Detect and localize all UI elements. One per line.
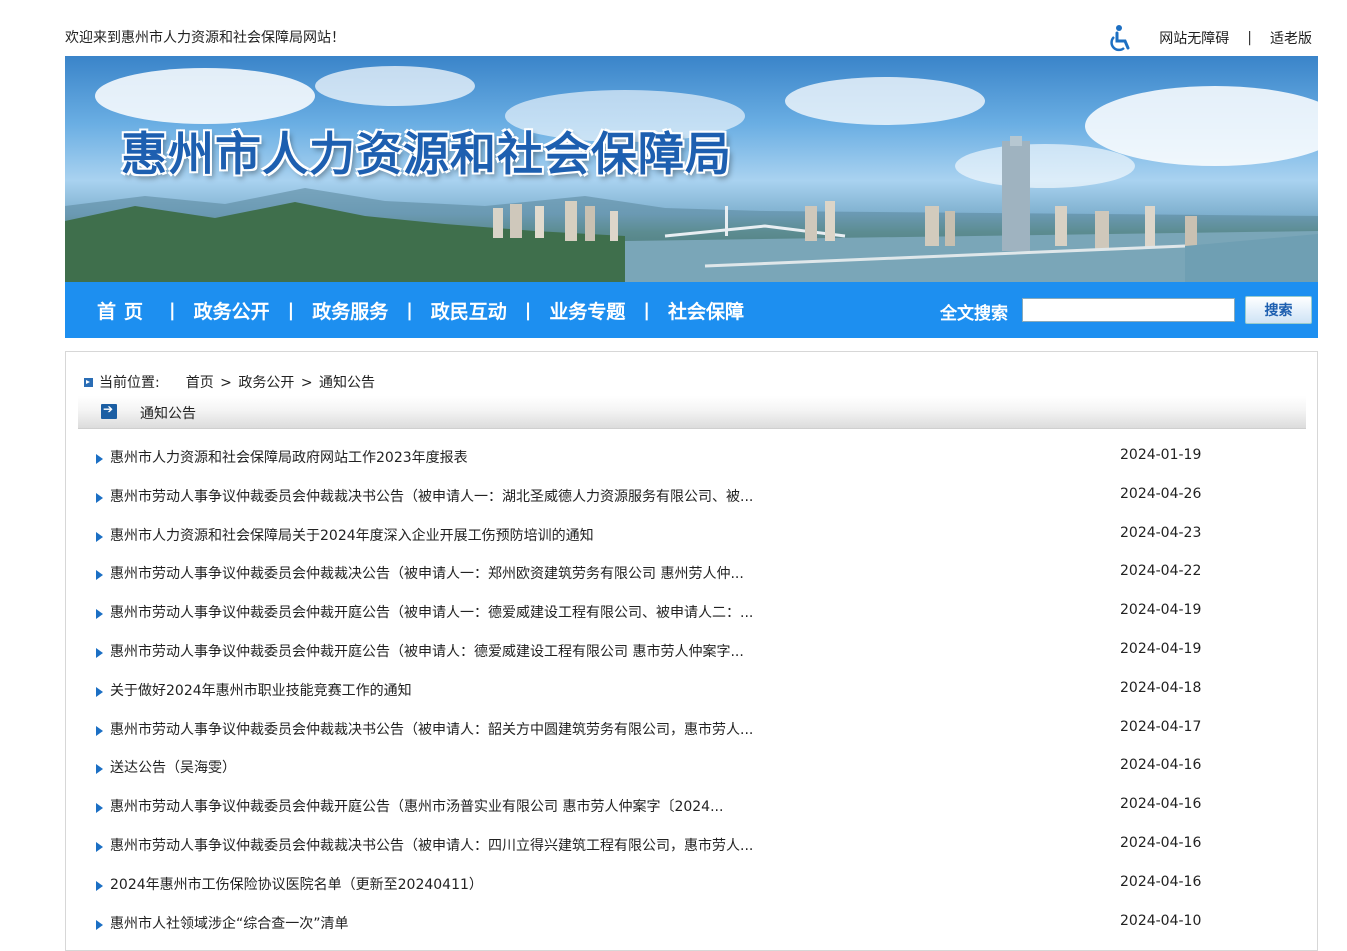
notice-title-link[interactable]: 惠州市人社领域涉企“综合查一次”清单 xyxy=(110,913,349,933)
nav-separator: | xyxy=(169,299,176,321)
triangle-bullet-icon xyxy=(96,919,103,930)
triangle-bullet-icon xyxy=(96,531,103,542)
notice-title-link[interactable]: 关于做好2024年惠州市职业技能竞赛工作的通知 xyxy=(110,680,412,700)
notice-date: 2024-04-18 xyxy=(1120,679,1202,696)
notice-title-link[interactable]: 惠州市人力资源和社会保障局关于2024年度深入企业开展工伤预防培训的通知 xyxy=(110,525,594,545)
triangle-bullet-icon xyxy=(96,454,103,464)
breadcrumb-separator: > xyxy=(220,375,232,391)
arrow-right-icon xyxy=(101,402,117,419)
list-item[interactable]: 送达公告（吴海雯） 2024-04-16 xyxy=(66,747,1319,785)
notice-date: 2024-04-16 xyxy=(1120,757,1202,774)
header-banner: 惠州市人力资源和社会保障局 xyxy=(65,56,1318,282)
notice-title-link[interactable]: 惠州市劳动人事争议仲裁委员会仲裁开庭公告（被申请人：德爱威建设工程有限公司 惠市… xyxy=(110,641,744,661)
notice-title-link[interactable]: 送达公告（吴海雯） xyxy=(110,757,236,777)
notice-date: 2024-04-19 xyxy=(1120,602,1202,619)
triangle-bullet-icon xyxy=(96,725,103,736)
breadcrumb: 当前位置: 首页 > 政务公开 > 通知公告 xyxy=(84,372,377,392)
breadcrumb-label: 当前位置: xyxy=(99,375,160,391)
search-button[interactable]: 搜索 xyxy=(1245,296,1312,324)
list-item[interactable]: 惠州市劳动人事争议仲裁委员会仲裁开庭公告（被申请人一：德爱威建设工程有限公司、被… xyxy=(66,592,1319,630)
notice-date: 2024-01-19 xyxy=(1120,447,1202,463)
breadcrumb-home[interactable]: 首页 xyxy=(186,375,214,391)
notice-title-link[interactable]: 惠州市劳动人事争议仲裁委员会仲裁裁决公告（被申请人一：郑州欧资建筑劳务有限公司 … xyxy=(110,563,744,583)
notice-title-link[interactable]: 惠州市劳动人事争议仲裁委员会仲裁开庭公告（被申请人一：德爱威建设工程有限公司、被… xyxy=(110,602,753,622)
nav-government-affairs[interactable]: 政务公开 xyxy=(180,297,284,324)
notice-date: 2024-04-19 xyxy=(1120,641,1202,657)
triangle-bullet-icon xyxy=(96,609,103,620)
nav-home[interactable]: 首页 xyxy=(85,297,165,324)
section-title: 通知公告 xyxy=(140,406,196,422)
breadcrumb-government-affairs[interactable]: 政务公开 xyxy=(238,375,294,391)
wheelchair-icon[interactable] xyxy=(1107,24,1133,52)
list-item[interactable]: 关于做好2024年惠州市职业技能竞赛工作的通知 2024-04-18 xyxy=(66,670,1319,708)
notice-date: 2024-04-16 xyxy=(1120,796,1202,813)
notice-date: 2024-04-10 xyxy=(1120,912,1202,929)
triangle-bullet-icon xyxy=(96,648,103,658)
nav-public-interaction[interactable]: 政民互动 xyxy=(417,297,521,324)
list-item[interactable]: 惠州市劳动人事争议仲裁委员会仲裁裁决书公告（被申请人一：湖北圣威德人力资源服务有… xyxy=(66,476,1319,514)
triangle-bullet-icon xyxy=(96,842,103,852)
list-item[interactable]: 惠州市劳动人事争议仲裁委员会仲裁开庭公告（被申请人：德爱威建设工程有限公司 惠市… xyxy=(66,631,1319,669)
section-header: 通知公告 xyxy=(78,396,1306,429)
content-panel: 当前位置: 首页 > 政务公开 > 通知公告 通知公告 惠州市人力资源和社会保障… xyxy=(65,351,1318,951)
list-item[interactable]: 2024年惠州市工伤保险协议医院名单（更新至20240411） 2024-04-1… xyxy=(66,864,1319,902)
nav-separator: | xyxy=(287,299,295,321)
breadcrumb-notices[interactable]: 通知公告 xyxy=(319,375,375,391)
breadcrumb-separator: > xyxy=(300,375,313,391)
notice-date: 2024-04-16 xyxy=(1120,835,1202,851)
list-item[interactable]: 惠州市人力资源和社会保障局政府网站工作2023年度报表 2024-01-19 xyxy=(66,437,1319,475)
nav-social-security[interactable]: 社会保障 xyxy=(654,297,758,324)
breadcrumb-bullet-icon xyxy=(84,377,93,387)
accessibility-links: 网站无障碍 | 适老版 xyxy=(1107,24,1312,52)
triangle-bullet-icon xyxy=(96,492,103,503)
list-item[interactable]: 惠州市劳动人事争议仲裁委员会仲裁裁决书公告（被申请人：四川立得兴建筑工程有限公司… xyxy=(66,825,1319,863)
elderly-mode-link[interactable]: 适老版 xyxy=(1270,28,1312,48)
nav-government-services[interactable]: 政务服务 xyxy=(298,297,402,324)
notice-date: 2024-04-22 xyxy=(1120,563,1202,580)
notice-title-link[interactable]: 惠州市劳动人事争议仲裁委员会仲裁开庭公告（惠州市汤普实业有限公司 惠市劳人仲案字… xyxy=(110,796,723,816)
triangle-bullet-icon xyxy=(96,803,103,814)
list-item[interactable]: 惠州市人力资源和社会保障局关于2024年度深入企业开展工伤预防培训的通知 2024… xyxy=(66,515,1319,553)
notice-title-link[interactable]: 惠州市人力资源和社会保障局政府网站工作2023年度报表 xyxy=(110,447,468,467)
search-label: 全文搜索 xyxy=(940,304,1008,324)
list-item[interactable]: 惠州市劳动人事争议仲裁委员会仲裁裁决书公告（被申请人：韶关方中圆建筑劳务有限公司… xyxy=(66,709,1319,747)
notice-title-link[interactable]: 惠州市劳动人事争议仲裁委员会仲裁裁决书公告（被申请人：四川立得兴建筑工程有限公司… xyxy=(110,835,753,855)
triangle-bullet-icon xyxy=(96,570,103,581)
list-item[interactable]: 惠州市劳动人事争议仲裁委员会仲裁开庭公告（惠州市汤普实业有限公司 惠市劳人仲案字… xyxy=(66,786,1319,824)
welcome-text: 欢迎来到惠州市人力资源和社会保障局网站！ xyxy=(65,30,345,46)
nav-separator: | xyxy=(643,299,650,321)
notice-title-link[interactable]: 惠州市劳动人事争议仲裁委员会仲裁裁决书公告（被申请人：韶关方中圆建筑劳务有限公司… xyxy=(110,719,753,739)
notice-title-link[interactable]: 惠州市劳动人事争议仲裁委员会仲裁裁决书公告（被申请人一：湖北圣威德人力资源服务有… xyxy=(110,486,753,506)
triangle-bullet-icon xyxy=(96,686,103,697)
notice-date: 2024-04-17 xyxy=(1120,718,1202,735)
top-separator: | xyxy=(1247,30,1252,46)
triangle-bullet-icon xyxy=(96,880,103,891)
notice-date: 2024-04-26 xyxy=(1120,485,1202,502)
notice-date: 2024-04-16 xyxy=(1120,873,1202,890)
nav-special-topics[interactable]: 业务专题 xyxy=(535,297,639,324)
list-item[interactable]: 惠州市人社领域涉企“综合查一次”清单 2024-04-10 xyxy=(66,903,1319,941)
top-bar: 欢迎来到惠州市人力资源和社会保障局网站！ 网站无障碍 | 适老版 xyxy=(65,24,1318,52)
list-item[interactable]: 惠州市劳动人事争议仲裁委员会仲裁裁决公告（被申请人一：郑州欧资建筑劳务有限公司 … xyxy=(66,553,1319,591)
search-input[interactable] xyxy=(1022,298,1235,322)
nav-separator: | xyxy=(524,299,532,321)
triangle-bullet-icon xyxy=(96,764,103,775)
notice-title-link[interactable]: 2024年惠州市工伤保险协议医院名单（更新至20240411） xyxy=(110,874,483,894)
notice-date: 2024-04-23 xyxy=(1120,524,1202,541)
main-navigation: 首页 | 政务公开 | 政务服务 | 政民互动 | 业务专题 | 社会保障 全文… xyxy=(65,282,1318,338)
nav-separator: | xyxy=(406,299,413,321)
accessibility-link[interactable]: 网站无障碍 xyxy=(1159,28,1229,48)
site-title: 惠州市人力资源和社会保障局 xyxy=(121,127,732,181)
